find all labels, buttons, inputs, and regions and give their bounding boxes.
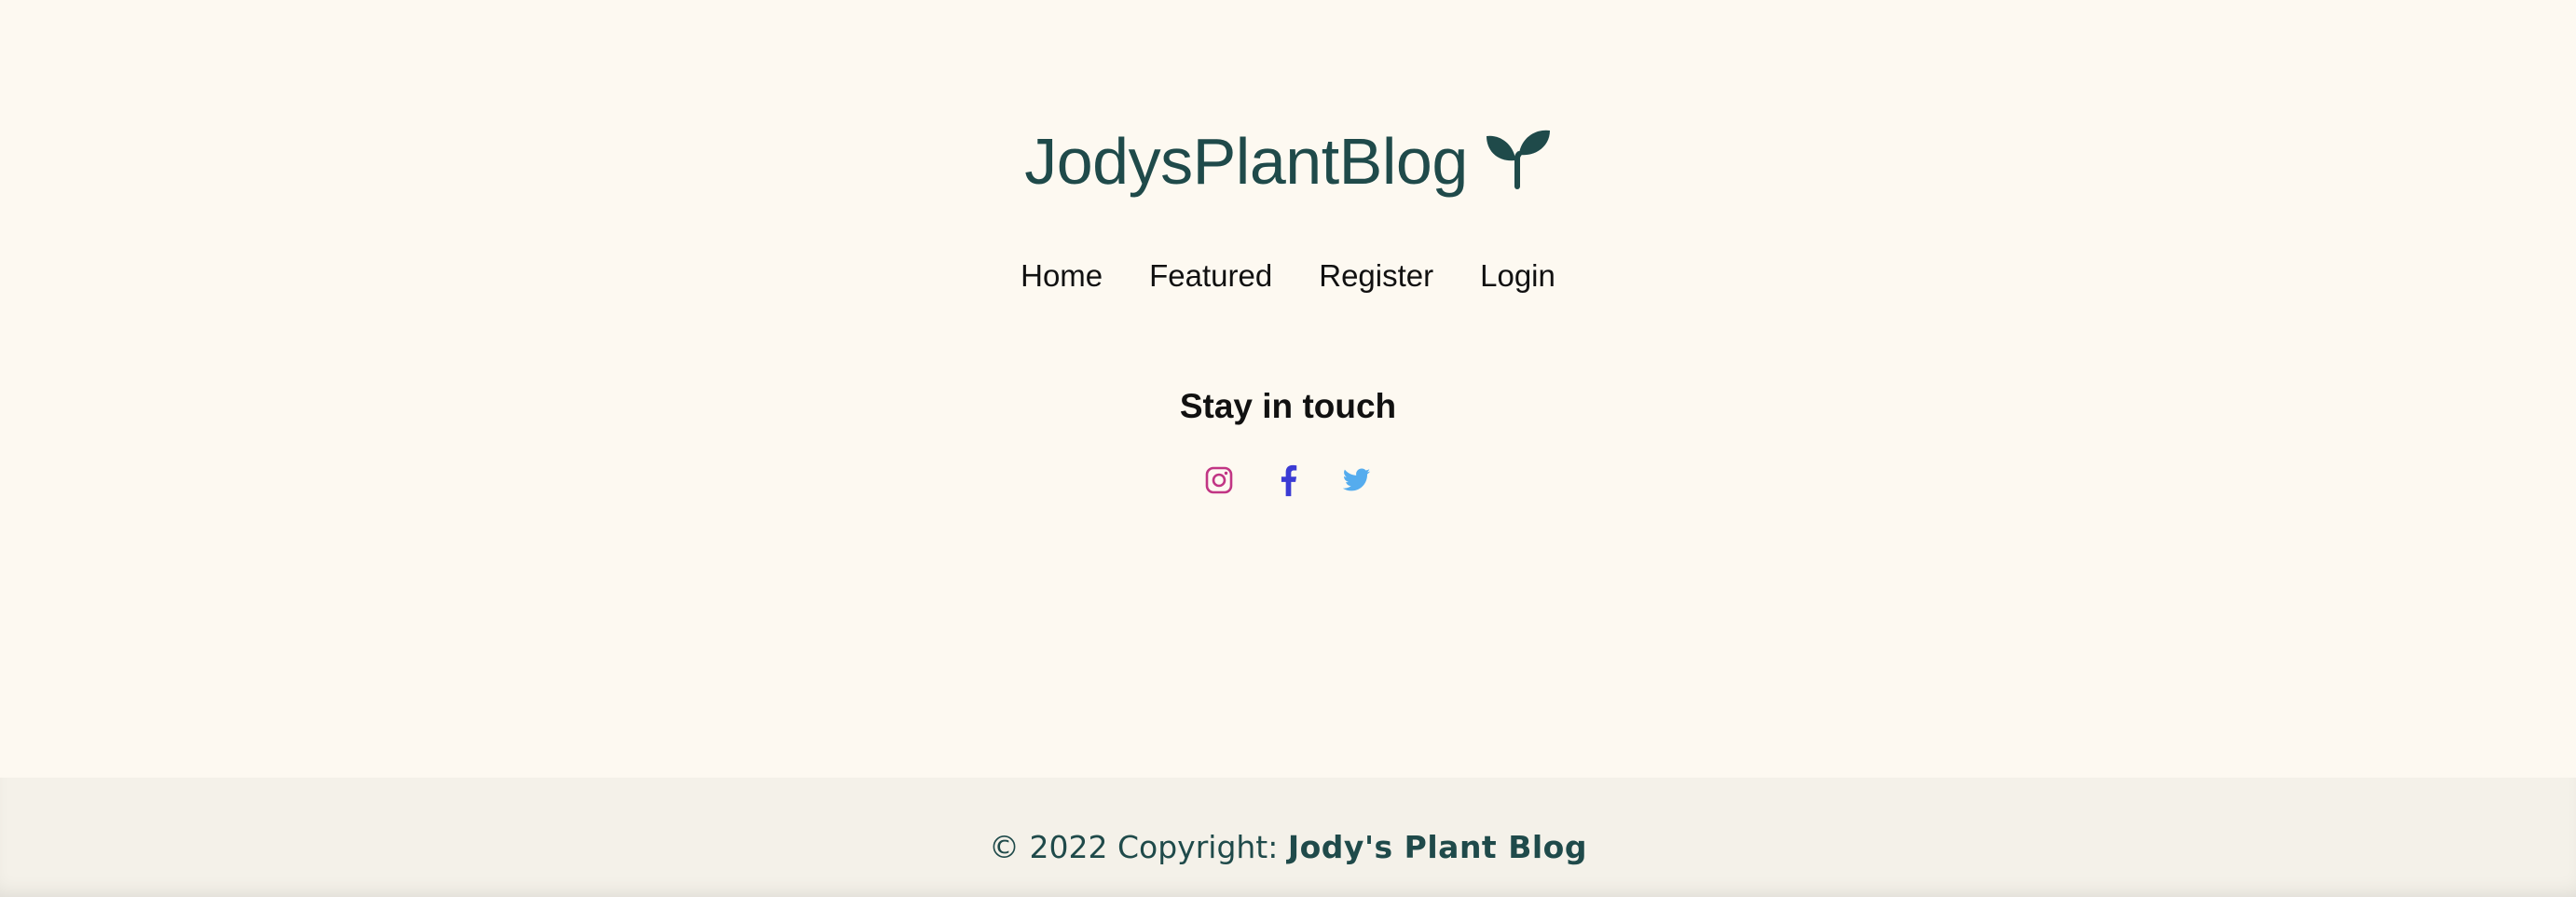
nav-register[interactable]: Register bbox=[1319, 254, 1433, 298]
copyright-text: © 2022 Copyright: Jody's Plant Blog bbox=[989, 810, 1587, 865]
copyright-prefix: © 2022 Copyright: bbox=[989, 828, 1288, 865]
instagram-icon[interactable] bbox=[1205, 462, 1233, 498]
brand-title[interactable]: JodysPlantBlog bbox=[1024, 129, 1468, 194]
copyright-owner-link[interactable]: Jody's Plant Blog bbox=[1288, 829, 1587, 865]
nav-home[interactable]: Home bbox=[1021, 254, 1103, 298]
stay-in-touch-heading: Stay in touch bbox=[1179, 387, 1397, 425]
site-footer: © 2022 Copyright: Jody's Plant Blog bbox=[0, 778, 2576, 897]
site-brand[interactable]: JodysPlantBlog bbox=[0, 119, 2576, 203]
page-main: JodysPlantBlog Home Featured Register Lo… bbox=[0, 0, 2576, 778]
sprout-icon bbox=[1485, 125, 1552, 192]
facebook-icon[interactable] bbox=[1274, 462, 1302, 498]
twitter-icon[interactable] bbox=[1343, 462, 1371, 498]
social-links bbox=[0, 462, 2576, 498]
main-nav: Home Featured Register Login bbox=[0, 254, 2576, 298]
nav-login[interactable]: Login bbox=[1480, 254, 1555, 298]
nav-featured[interactable]: Featured bbox=[1149, 254, 1272, 298]
